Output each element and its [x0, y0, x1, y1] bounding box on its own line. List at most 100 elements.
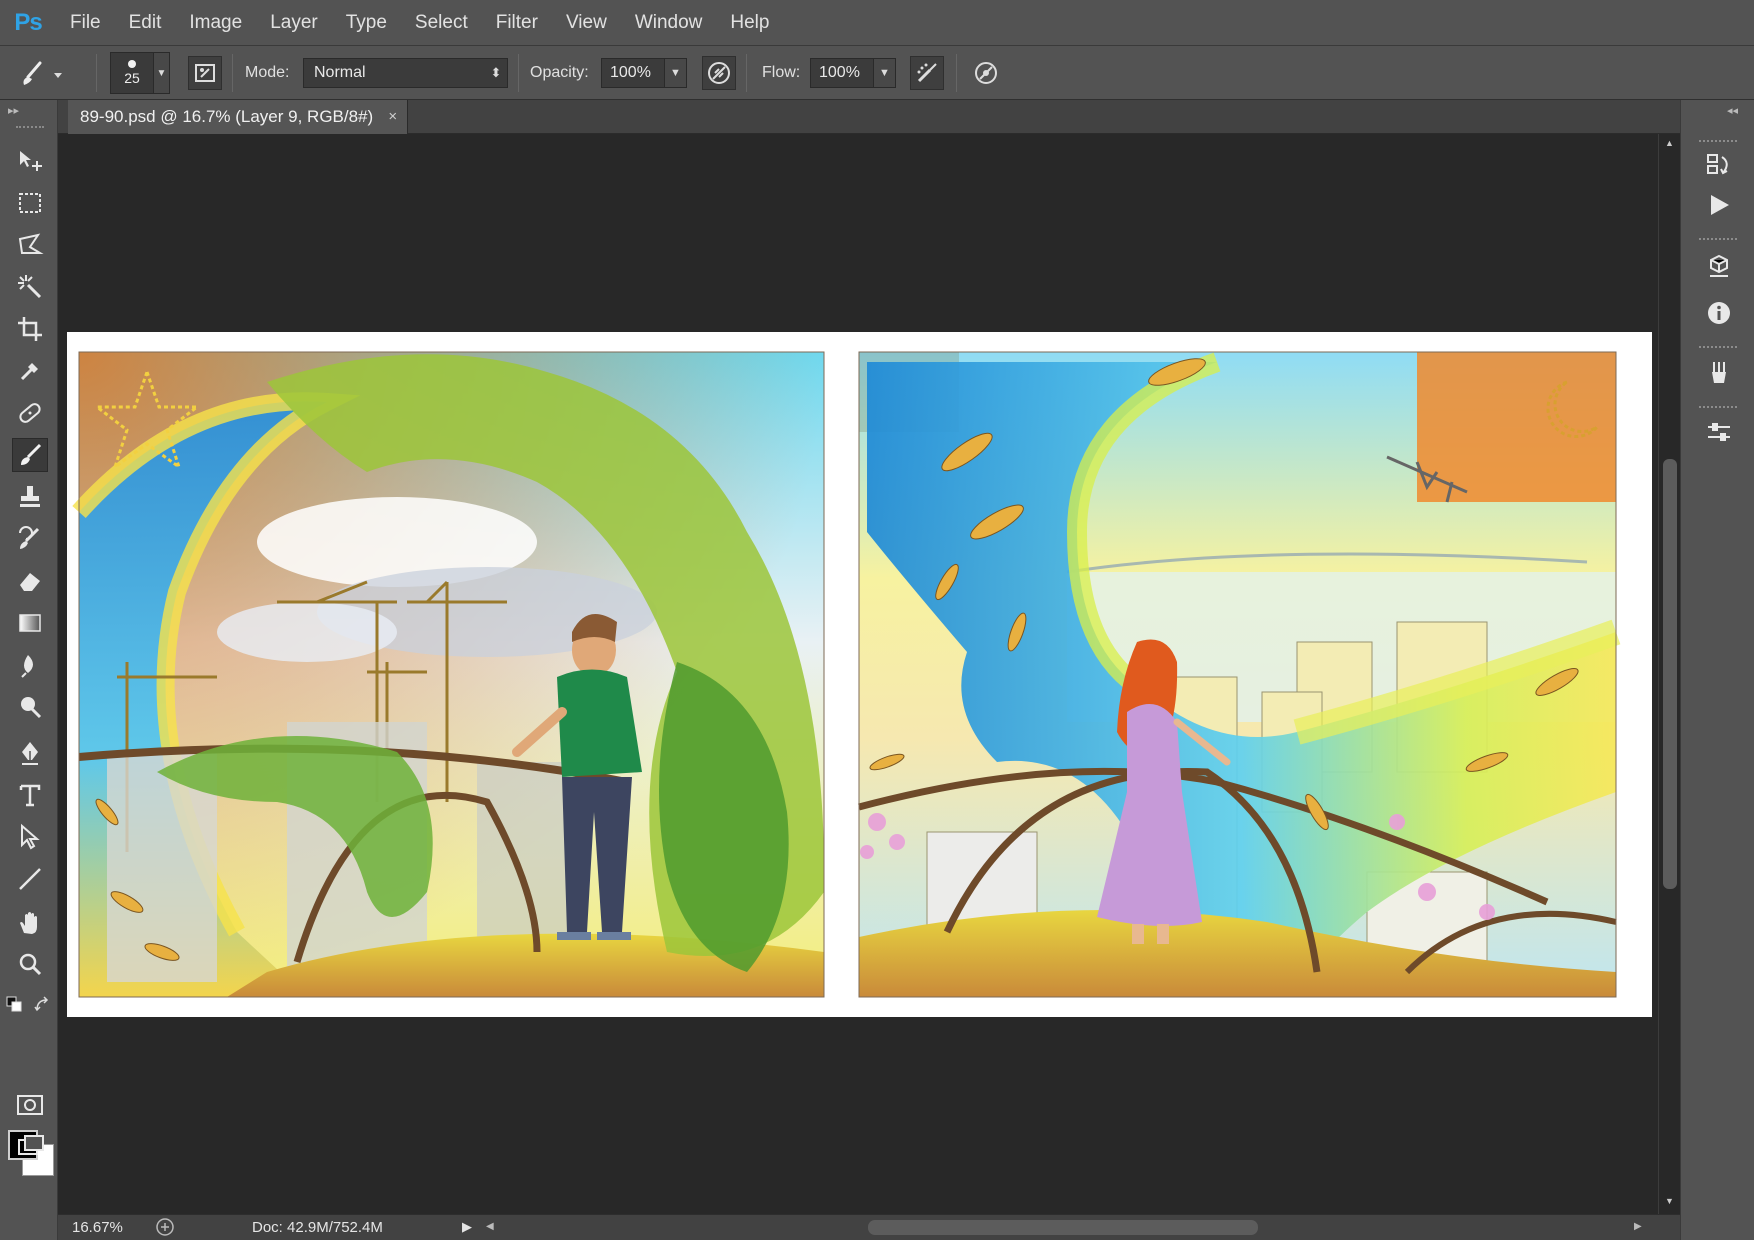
- scroll-down-icon[interactable]: ▼: [1665, 1196, 1674, 1206]
- hand-icon: [20, 912, 37, 934]
- brush-size-picker[interactable]: 25 ▼: [110, 46, 170, 100]
- brush-panel-toggle[interactable]: [188, 46, 222, 100]
- left-panel: [72, 351, 825, 998]
- 3d-panel-button[interactable]: [1701, 248, 1737, 282]
- line-tool[interactable]: [12, 862, 48, 896]
- document-size: Doc: 42.9M/752.4M: [252, 1219, 383, 1236]
- chevron-down-icon: ▼: [154, 52, 170, 94]
- document-tab[interactable]: 89-90.psd @ 16.7% (Layer 9, RGB/8#) ×: [68, 100, 409, 134]
- zoom-icon: [19, 953, 42, 976]
- status-info-icon[interactable]: [154, 1217, 176, 1237]
- hand-tool[interactable]: [12, 906, 48, 940]
- document-canvas[interactable]: [67, 332, 1652, 1017]
- dodge-icon: [21, 697, 42, 719]
- path-selection-tool[interactable]: [12, 820, 48, 854]
- quick-mask-button[interactable]: [12, 1088, 48, 1122]
- flow-field[interactable]: 100% ▼: [810, 58, 896, 88]
- healing-brush-icon: [19, 403, 41, 423]
- panel-grip[interactable]: [1699, 346, 1737, 352]
- menu-file[interactable]: File: [56, 0, 115, 46]
- scroll-up-icon[interactable]: ▲: [1665, 138, 1674, 148]
- crop-tool[interactable]: [12, 312, 48, 346]
- magic-wand-icon: [18, 275, 42, 299]
- pressure-opacity-toggle[interactable]: [702, 46, 736, 100]
- history-brush-icon: [19, 526, 40, 549]
- scroll-right-icon[interactable]: ▶: [1634, 1221, 1642, 1232]
- expand-panels-icon[interactable]: ◂◂: [1727, 104, 1738, 117]
- brush-presets-panel-button[interactable]: [1701, 356, 1737, 390]
- menu-image[interactable]: Image: [175, 0, 256, 46]
- eyedropper-tool[interactable]: [12, 354, 48, 388]
- blur-tool[interactable]: [12, 648, 48, 682]
- eraser-tool[interactable]: [12, 564, 48, 598]
- airbrush-toggle[interactable]: [910, 46, 944, 100]
- menu-window[interactable]: Window: [621, 0, 717, 46]
- ps-logo: Ps: [14, 8, 42, 36]
- brush-presets-icon: [1712, 362, 1726, 383]
- flow-label: Flow:: [762, 64, 801, 81]
- horizontal-scroll-thumb[interactable]: [868, 1220, 1258, 1235]
- swap-colors-icon[interactable]: [34, 996, 52, 1019]
- move-tool[interactable]: [12, 144, 48, 178]
- menu-view[interactable]: View: [552, 0, 621, 46]
- history-brush-tool[interactable]: [12, 522, 48, 556]
- menu-layer[interactable]: Layer: [256, 0, 332, 46]
- right-panel: [858, 351, 1621, 998]
- screen-mode-button[interactable]: [14, 1130, 50, 1164]
- scroll-left-icon[interactable]: ◀: [486, 1221, 494, 1232]
- options-bar: 25 ▼ Mode: Normal ⬍ Opacity: 100% ▼ Flow…: [0, 46, 1754, 100]
- menu-filter[interactable]: Filter: [482, 0, 552, 46]
- collapse-panel-icon[interactable]: ▸▸: [8, 104, 19, 117]
- vertical-scroll-thumb[interactable]: [1663, 459, 1677, 889]
- opacity-field[interactable]: 100% ▼: [601, 58, 687, 88]
- close-icon[interactable]: ×: [388, 108, 397, 125]
- type-tool[interactable]: [12, 778, 48, 812]
- document-tab-title: 89-90.psd @ 16.7% (Layer 9, RGB/8#): [80, 107, 374, 126]
- type-icon: [19, 784, 41, 807]
- vertical-scrollbar[interactable]: ▲ ▼: [1658, 134, 1680, 1214]
- clone-stamp-tool[interactable]: [12, 480, 48, 514]
- eraser-icon: [20, 573, 40, 591]
- clone-stamp-icon: [20, 486, 40, 507]
- mode-dropdown[interactable]: Normal ⬍: [303, 58, 508, 88]
- zoom-tool[interactable]: [12, 948, 48, 982]
- menu-select[interactable]: Select: [401, 0, 482, 46]
- marquee-tool[interactable]: [12, 186, 48, 220]
- panel-grip[interactable]: [16, 126, 44, 130]
- default-colors-icon[interactable]: [6, 996, 24, 1019]
- mode-value: Normal: [314, 64, 366, 81]
- brush-tool[interactable]: [12, 438, 48, 472]
- menu-help[interactable]: Help: [716, 0, 783, 46]
- eyedropper-icon: [20, 363, 38, 381]
- healing-brush-tool[interactable]: [12, 396, 48, 430]
- crop-icon: [18, 317, 42, 341]
- info-icon: [1708, 302, 1730, 324]
- history-panel-button[interactable]: [1701, 148, 1737, 182]
- pressure-size-toggle[interactable]: [968, 46, 1004, 100]
- panel-grip[interactable]: [1699, 140, 1737, 146]
- opacity-label: Opacity:: [530, 64, 589, 81]
- menu-bar: Ps File Edit Image Layer Type Select Fil…: [0, 0, 1754, 46]
- info-panel-button[interactable]: [1701, 296, 1737, 330]
- menu-edit[interactable]: Edit: [115, 0, 176, 46]
- tool-preset-picker[interactable]: [10, 46, 80, 100]
- airbrush-icon: [910, 56, 944, 90]
- panel-grip[interactable]: [1699, 238, 1737, 244]
- pen-tool[interactable]: [12, 736, 48, 770]
- adjustments-panel-button[interactable]: [1701, 416, 1737, 450]
- line-icon: [19, 868, 41, 890]
- menu-type[interactable]: Type: [332, 0, 401, 46]
- chevron-down-icon: ▼: [873, 59, 895, 87]
- gradient-tool[interactable]: [12, 606, 48, 640]
- actions-panel-button[interactable]: [1701, 188, 1737, 222]
- play-icon: [1711, 195, 1729, 215]
- history-icon: [1707, 154, 1728, 175]
- magic-wand-tool[interactable]: [12, 270, 48, 304]
- dodge-tool[interactable]: [12, 690, 48, 724]
- lasso-tool[interactable]: [12, 228, 48, 262]
- zoom-level[interactable]: 16.67%: [72, 1219, 123, 1236]
- marquee-icon: [19, 193, 41, 213]
- panel-grip[interactable]: [1699, 406, 1737, 412]
- status-menu-icon[interactable]: ▶: [462, 1219, 472, 1235]
- brush-icon: [21, 443, 42, 465]
